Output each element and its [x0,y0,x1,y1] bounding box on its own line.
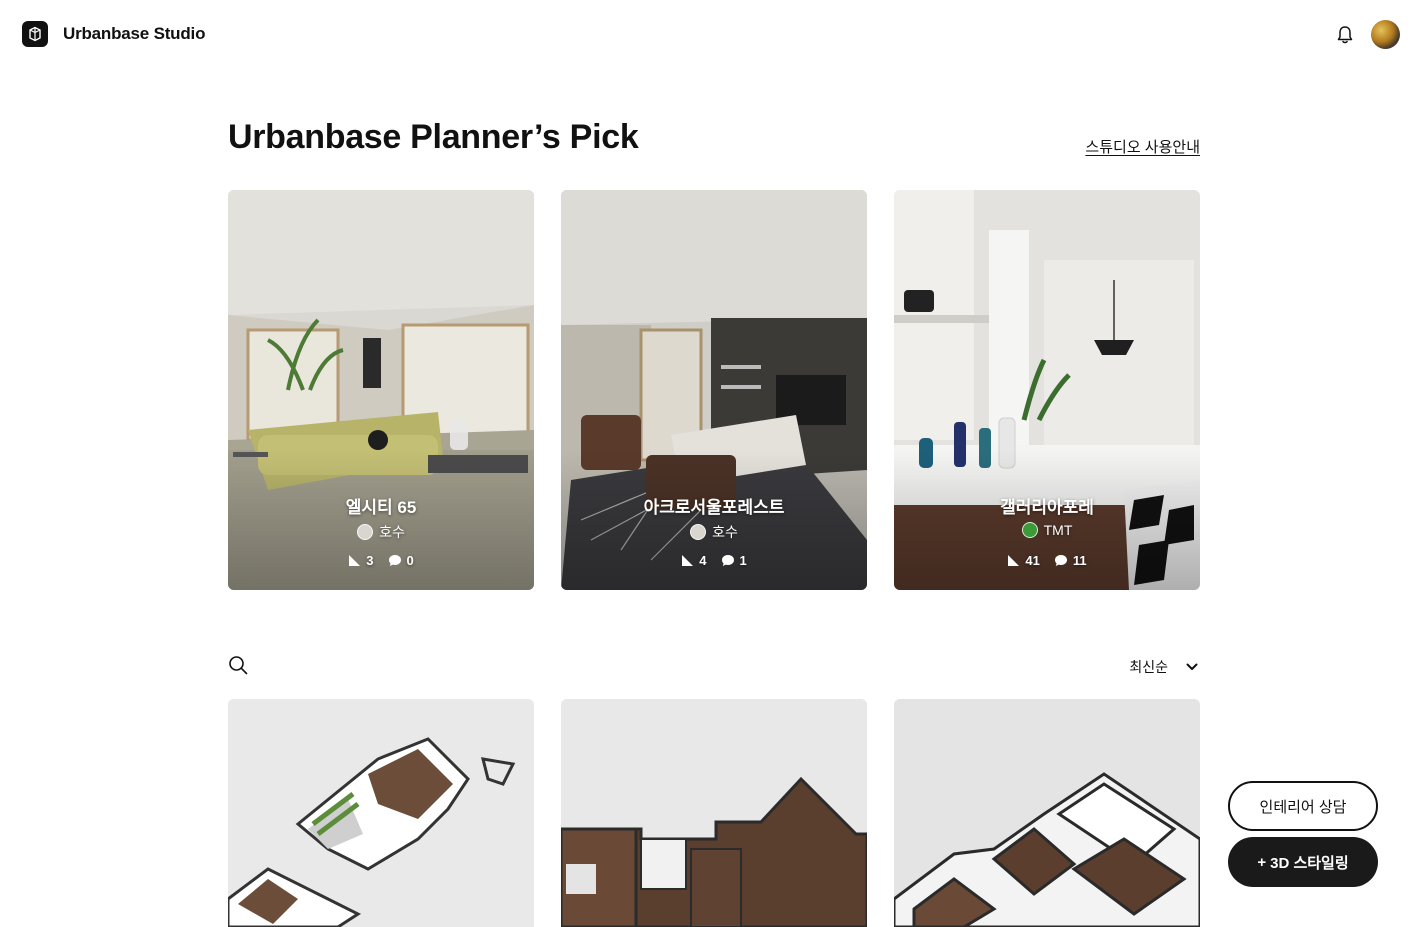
triangle-icon [1008,555,1020,566]
likes-stat: 41 [1007,553,1040,568]
author-avatar [357,524,374,540]
pick-card[interactable]: 아크로서울포레스트 호수 4 1 [561,190,867,590]
author-avatar [690,524,707,540]
card-shade [894,450,1200,590]
floorplan-thumbnail [228,699,534,927]
comments-stat: 11 [1054,553,1087,568]
project-card[interactable] [894,699,1200,927]
comments-count: 0 [406,553,414,568]
floorplan-thumbnail [561,699,867,927]
project-card[interactable] [228,699,534,927]
3d-styling-button[interactable]: + 3D 스타일링 [1228,837,1378,887]
likes-count: 4 [699,553,707,568]
comments-stat: 1 [721,553,747,568]
card-stats: 41 11 [894,553,1200,568]
user-avatar[interactable] [1371,20,1400,49]
card-stats: 3 0 [228,553,534,568]
project-card[interactable] [561,699,867,927]
author-name: 호수 [379,524,405,540]
search-icon[interactable] [228,655,248,675]
card-author: 호수 [228,522,534,542]
card-shade [228,450,534,590]
card-stats: 4 1 [561,553,867,568]
urbanbase-logo-icon[interactable] [22,21,48,47]
page-title: Urbanbase Planner’s Pick [228,118,639,156]
floorplan-thumbnail [894,699,1200,927]
likes-stat: 4 [681,553,707,568]
brand-name[interactable]: Urbanbase Studio [63,24,205,44]
plus-icon: + [1257,853,1267,871]
author-name: TMT [1043,522,1073,538]
card-shade [561,450,867,590]
styling-label: 3D 스타일링 [1270,854,1349,872]
triangle-icon [349,555,361,566]
likes-count: 41 [1025,553,1040,568]
triangle-icon [682,555,694,566]
card-title: 엘시티 65 [345,498,417,517]
author-avatar [1021,522,1038,538]
likes-count: 3 [366,553,374,568]
comments-count: 1 [739,553,747,568]
card-author: TMT [894,522,1200,538]
sort-label: 최신순 [1129,659,1168,675]
bell-icon[interactable] [1335,24,1355,46]
interior-consult-button[interactable]: 인테리어 상담 [1228,781,1378,831]
card-title: 아크로서울포레스트 [643,498,785,517]
pick-card[interactable]: 엘시티 65 호수 3 0 [228,190,534,590]
comments-stat: 0 [388,553,414,568]
pick-card[interactable]: 갤러리아포레 TMT 41 11 [894,190,1200,590]
likes-stat: 3 [348,553,374,568]
chevron-down-icon [1186,663,1198,670]
author-name: 호수 [712,524,738,540]
comment-icon [388,555,401,566]
comment-icon [1054,555,1067,566]
sort-select[interactable]: 최신순 [1129,657,1198,677]
card-author: 호수 [561,522,867,542]
comment-icon [721,555,734,566]
card-title: 갤러리아포레 [1000,498,1094,517]
studio-guide-link[interactable]: 스튜디오 사용안내 [1085,136,1200,157]
top-bar: Urbanbase Studio [0,0,1428,70]
comments-count: 11 [1072,553,1087,568]
